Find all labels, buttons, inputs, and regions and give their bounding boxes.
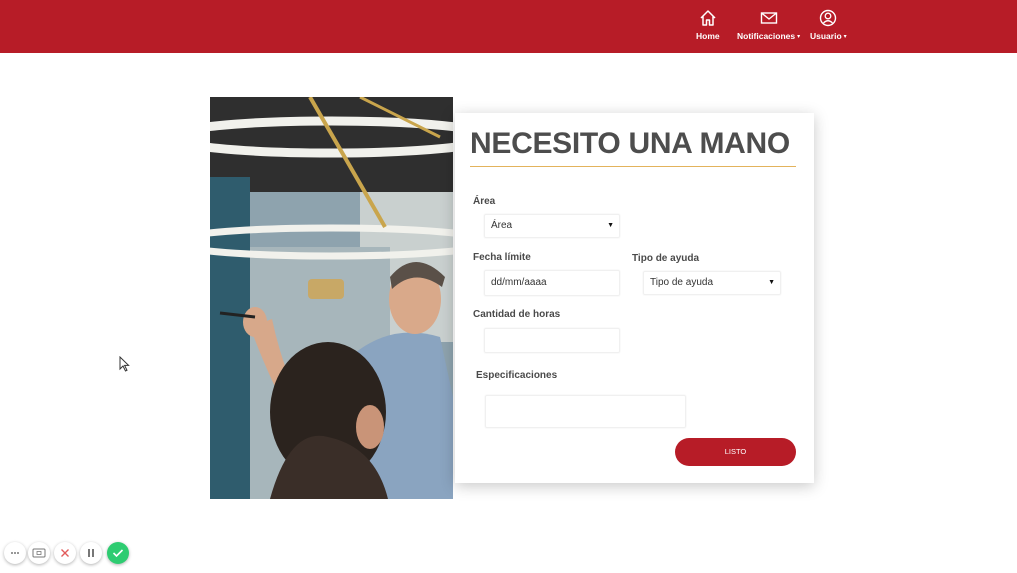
chevron-down-icon: ▾ [843,34,847,40]
fecha-limite-placeholder: dd/mm/aaaa [491,277,547,288]
nav-usuario[interactable]: Usuario ▾ [810,9,847,41]
mouse-cursor-icon [119,355,130,377]
pause-icon[interactable] [80,542,102,564]
nav-notificaciones-label: Notificaciones [737,31,796,41]
especificaciones-textarea[interactable] [485,395,686,428]
area-label: Área [473,196,496,207]
cantidad-horas-label: Cantidad de horas [473,309,561,320]
dropdown-arrow-icon: ▼ [768,279,775,286]
fecha-limite-label: Fecha límite [473,252,531,263]
form-title: NECESITO UNA MANO [470,127,790,160]
tipo-ayuda-select[interactable]: Tipo de ayuda ▼ [643,271,781,295]
cantidad-horas-input[interactable] [484,328,620,353]
chevron-down-icon: ▾ [797,34,801,40]
nav-home[interactable]: Home [696,9,720,41]
check-icon[interactable] [107,542,129,564]
help-request-form: NECESITO UNA MANO Área Área ▼ Fecha lími… [455,113,814,483]
nav-home-label: Home [696,31,720,41]
home-icon [696,9,720,27]
area-select-value: Área [491,220,513,231]
hero-photo [210,97,453,499]
camera-icon[interactable] [28,542,50,564]
especificaciones-label: Especificaciones [476,370,558,381]
more-icon[interactable] [4,542,26,564]
nav-notificaciones[interactable]: Notificaciones ▾ [737,9,800,41]
tipo-ayuda-select-value: Tipo de ayuda [650,277,714,288]
title-divider [470,166,796,167]
fecha-limite-input[interactable]: dd/mm/aaaa [484,270,620,296]
close-icon[interactable] [54,542,76,564]
envelope-icon [737,9,800,27]
area-select[interactable]: Área ▼ [484,214,620,238]
user-icon [810,9,847,27]
submit-button[interactable]: LISTO [675,438,796,466]
header-bar: Home Notificaciones ▾ Usuario ▾ [0,0,1017,53]
dropdown-arrow-icon: ▼ [607,222,614,229]
tipo-ayuda-label: Tipo de ayuda [632,253,700,264]
nav-usuario-label: Usuario [810,31,842,41]
